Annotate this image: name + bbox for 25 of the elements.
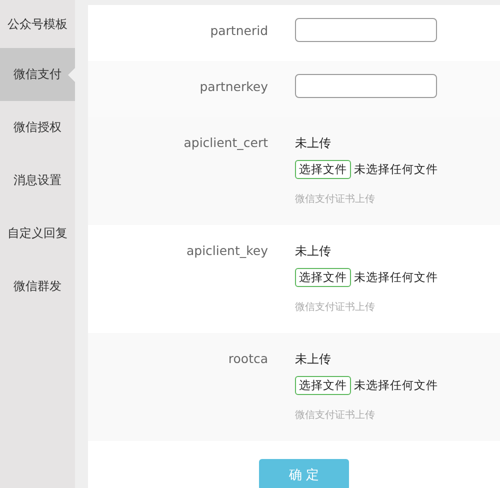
sidebar-item[interactable]: 消息设置: [0, 154, 75, 207]
field-label: rootca: [227, 350, 268, 368]
choose-file-button[interactable]: 选择文件: [295, 376, 351, 395]
field-label: apiclient_cert: [182, 134, 268, 152]
upload-status: 未上传: [295, 135, 332, 152]
upload-status: 未上传: [295, 243, 332, 260]
input-field[interactable]: [295, 18, 437, 42]
sidebar-item[interactable]: 自定义回复: [0, 207, 75, 260]
hint-text: 微信支付证书上传: [295, 192, 376, 206]
file-status: 未选择任何文件: [354, 270, 438, 285]
sidebar-item[interactable]: 微信群发: [0, 260, 75, 313]
file-status: 未选择任何文件: [354, 378, 438, 393]
sidebar-item[interactable]: 微信支付: [0, 48, 75, 101]
choose-file-button[interactable]: 选择文件: [295, 268, 351, 287]
choose-file-button[interactable]: 选择文件: [295, 160, 351, 179]
field-label: apiclient_key: [185, 242, 268, 260]
hint-text: 微信支付证书上传: [295, 300, 376, 314]
upload-status: 未上传: [295, 351, 332, 368]
field-label: partnerid: [209, 22, 268, 40]
sidebar-item[interactable]: 公众号模板: [0, 0, 75, 48]
field-label: partnerkey: [198, 78, 268, 96]
file-status: 未选择任何文件: [354, 162, 438, 177]
input-field[interactable]: [295, 74, 437, 98]
sidebar-item[interactable]: 微信授权: [0, 101, 75, 154]
hint-text: 微信支付证书上传: [295, 408, 376, 422]
